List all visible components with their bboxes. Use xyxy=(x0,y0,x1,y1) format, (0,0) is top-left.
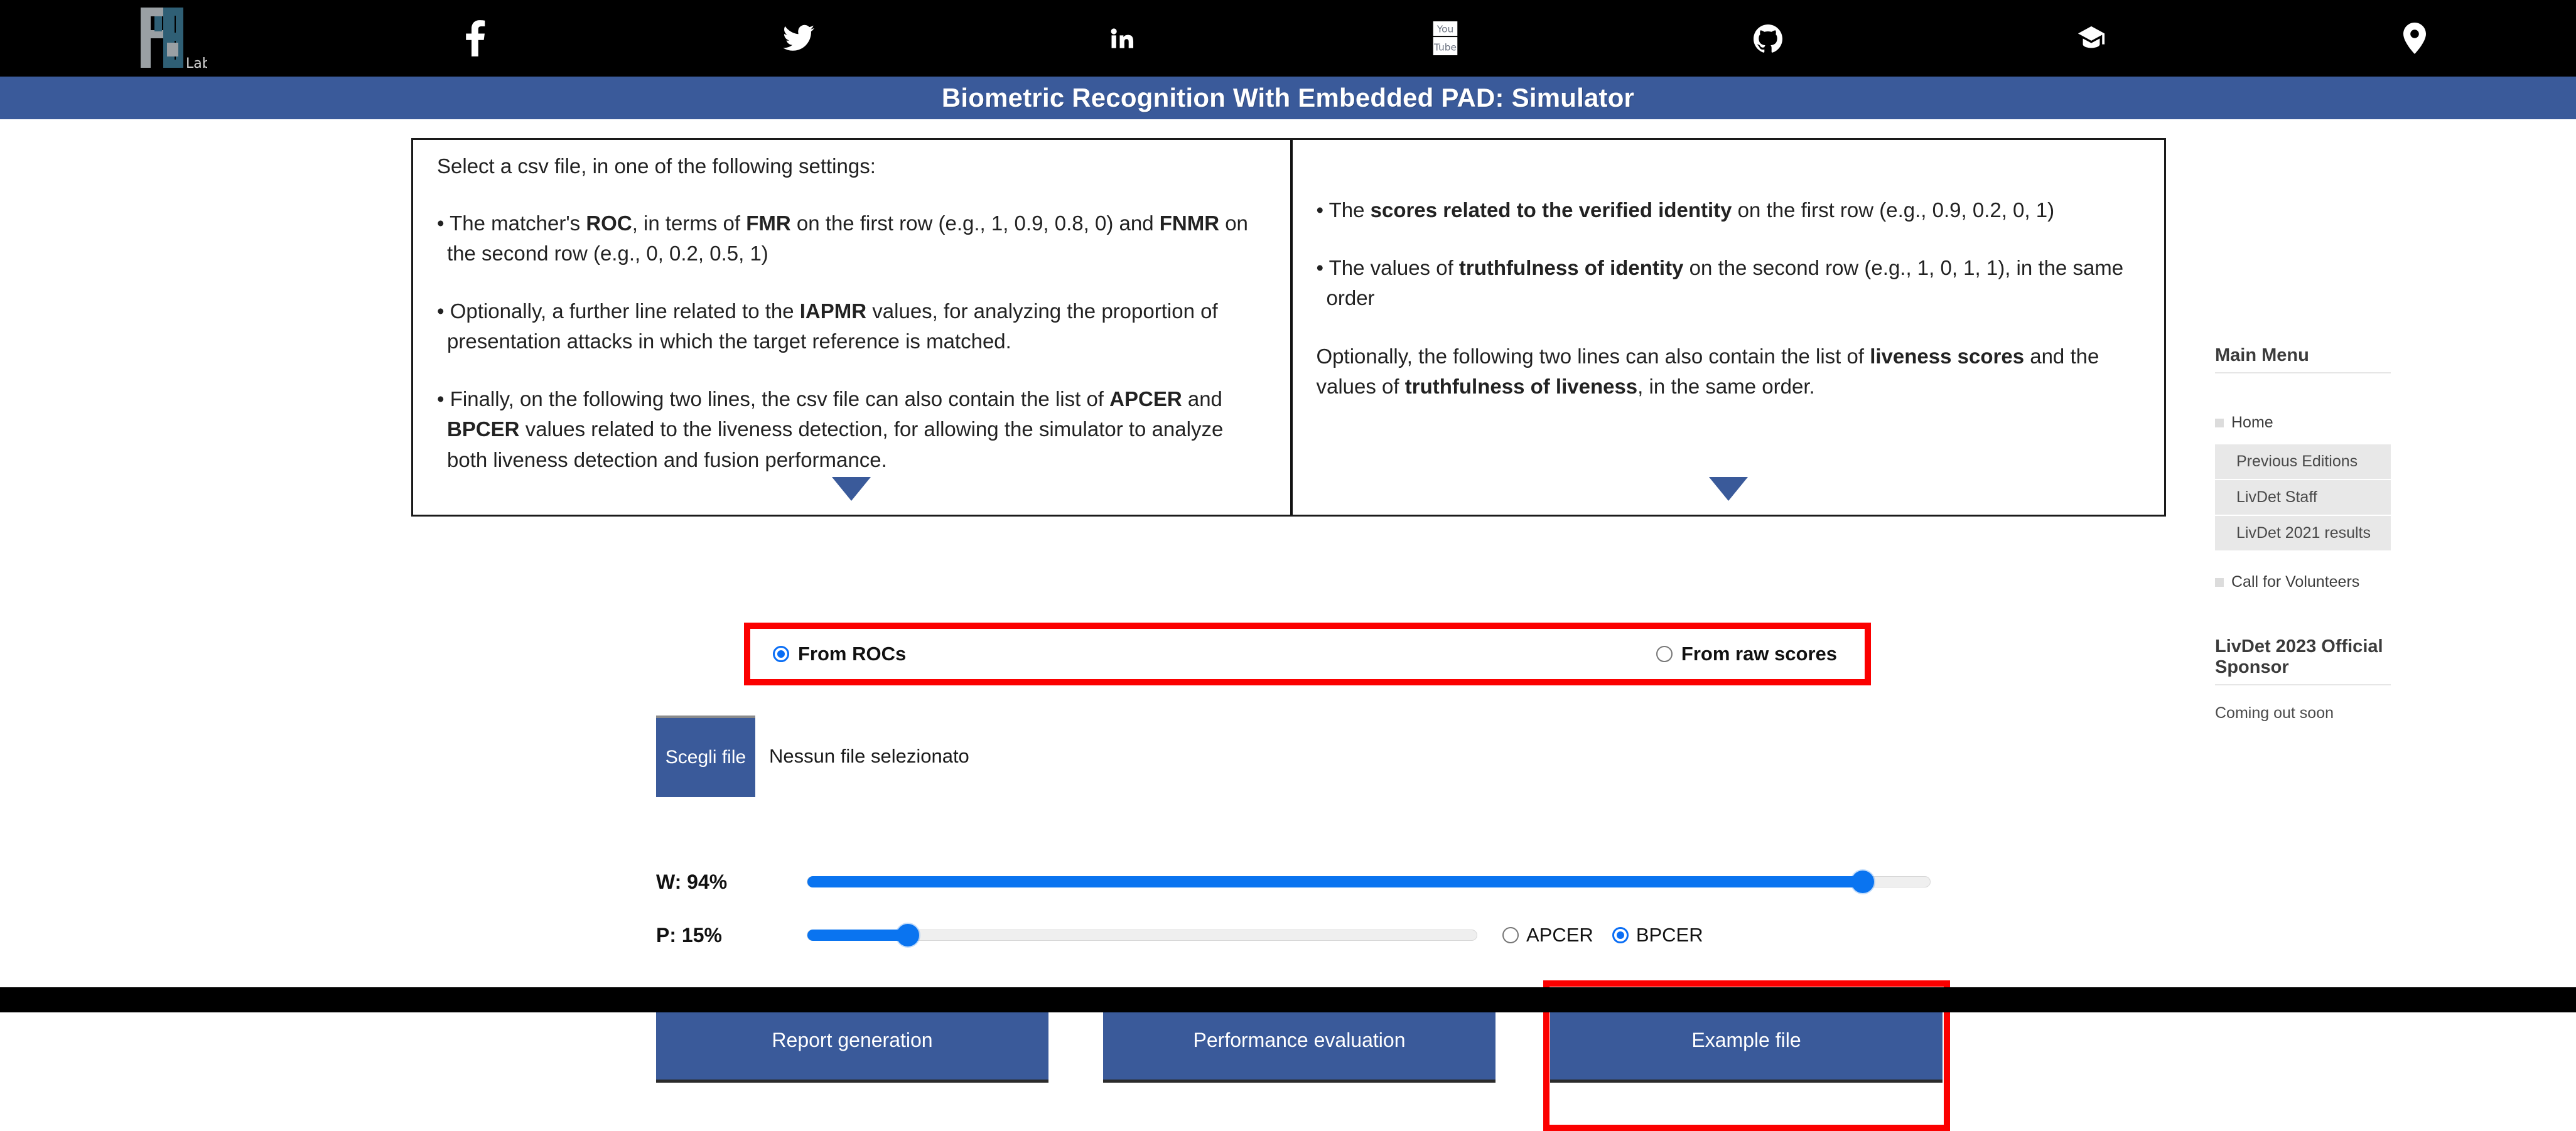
instructions-panel: Select a csv file, in one of the followi… xyxy=(411,138,2166,517)
right-sidebar: Main Menu Home Previous Editions LivDet … xyxy=(2215,119,2391,722)
radio-bpcer[interactable]: BPCER xyxy=(1612,924,1703,946)
instruction-bullet: • Finally, on the following two lines, t… xyxy=(437,387,1224,471)
twitter-icon xyxy=(783,24,815,52)
github-link[interactable] xyxy=(1607,0,1930,77)
instruction-bullet: • Optionally, a further line related to … xyxy=(437,299,1218,353)
sidebar-item-previous-editions[interactable]: Previous Editions xyxy=(2215,444,2391,480)
choose-file-button[interactable]: Scegli file xyxy=(656,716,755,797)
error-metric-selector: APCER BPCER xyxy=(1502,924,1703,946)
radio-from-rocs-indicator[interactable] xyxy=(773,646,789,662)
sidebar-submenu: Previous Editions LivDet Staff LivDet 20… xyxy=(2215,444,2391,552)
slider-w-handle[interactable] xyxy=(1851,871,1874,893)
graduation-cap-icon xyxy=(2076,24,2106,53)
radio-apcer-indicator[interactable] xyxy=(1502,927,1519,943)
slider-row-p: P: 15% APCER BPCER xyxy=(656,913,1962,957)
pralab-logo[interactable]: Lab xyxy=(119,4,220,73)
logo-label: Lab xyxy=(186,56,207,72)
sponsor-text: Coming out soon xyxy=(2215,704,2334,722)
radio-from-rocs-label: From ROCs xyxy=(798,643,907,665)
instruction-bullet: • The values of truthfulness of identity… xyxy=(1316,256,2124,310)
main-menu-title: Main Menu xyxy=(2215,345,2309,365)
sidebar-item-livdet-staff[interactable]: LivDet Staff xyxy=(2215,480,2391,516)
sponsor-title: LivDet 2023 Official Sponsor xyxy=(2215,636,2383,677)
divider xyxy=(2215,684,2391,685)
radio-from-raw-scores[interactable]: From raw scores xyxy=(1656,643,1837,665)
slider-w-label: W: 94% xyxy=(656,870,728,893)
sidebar-item-call-for-volunteers-label: Call for Volunteers xyxy=(2231,573,2360,591)
page-footer xyxy=(0,987,2576,1012)
slider-p-label: P: 15% xyxy=(656,923,722,946)
triangle-down-icon[interactable] xyxy=(1708,477,1748,501)
page-title: Biometric Recognition With Embedded PAD:… xyxy=(941,83,1635,112)
sidebar-item-call-for-volunteers[interactable]: Call for Volunteers xyxy=(2215,569,2391,595)
parameter-sliders: W: 94% P: 15% APCER BPCER xyxy=(656,860,1962,957)
youtube-icon: You Tube xyxy=(1433,21,1458,55)
instruction-paragraph: Optionally, the following two lines can … xyxy=(1316,344,2099,398)
twitter-link[interactable] xyxy=(637,0,961,77)
selected-file-name: Nessun file selezionato xyxy=(769,745,969,767)
radio-bpcer-label: BPCER xyxy=(1636,924,1703,946)
instruction-bullet: • The scores related to the verified ide… xyxy=(1316,198,2055,222)
svg-text:Tube: Tube xyxy=(1433,41,1456,53)
slider-w[interactable] xyxy=(807,871,1931,893)
source-mode-selector: From ROCs From raw scores xyxy=(744,623,1871,685)
bullet-square-icon xyxy=(2215,418,2224,427)
triangle-down-icon[interactable] xyxy=(832,477,871,501)
radio-from-raw-scores-indicator[interactable] xyxy=(1656,646,1673,662)
instructions-column-rocs: Select a csv file, in one of the followi… xyxy=(413,140,1290,515)
svg-text:You: You xyxy=(1436,23,1453,35)
radio-apcer-label: APCER xyxy=(1526,924,1593,946)
top-social-bar: Lab You Tube xyxy=(0,0,2576,77)
radio-from-rocs[interactable]: From ROCs xyxy=(773,643,906,665)
instruction-bullet: • The matcher's ROC, in terms of FMR on … xyxy=(437,211,1248,265)
slider-p-fill xyxy=(807,930,908,941)
page-content: Select a csv file, in one of the followi… xyxy=(0,119,2576,1131)
github-icon xyxy=(1754,24,1783,53)
scholar-link[interactable] xyxy=(1930,0,2253,77)
radio-from-raw-scores-label: From raw scores xyxy=(1681,643,1837,665)
divider xyxy=(2215,372,2391,373)
slider-p[interactable] xyxy=(807,924,1477,946)
bullet-square-icon xyxy=(2215,577,2224,587)
instructions-column-raw-scores: • The scores related to the verified ide… xyxy=(1290,140,2165,515)
location-link[interactable] xyxy=(2253,0,2576,77)
page-title-banner: Biometric Recognition With Embedded PAD:… xyxy=(0,77,2576,119)
radio-bpcer-indicator[interactable] xyxy=(1612,927,1629,943)
linkedin-link[interactable] xyxy=(960,0,1283,77)
linkedin-icon xyxy=(1108,24,1136,52)
youtube-link[interactable]: You Tube xyxy=(1283,0,1607,77)
location-pin-icon xyxy=(2403,23,2426,54)
facebook-link[interactable] xyxy=(314,0,637,77)
file-upload-row: Scegli file Nessun file selezionato xyxy=(656,716,969,797)
social-links: You Tube xyxy=(314,0,2576,77)
slider-w-fill xyxy=(807,876,1863,887)
sidebar-item-home-label: Home xyxy=(2231,414,2273,431)
sidebar-item-home[interactable]: Home xyxy=(2215,410,2391,436)
slider-row-w: W: 94% xyxy=(656,860,1962,904)
facebook-icon xyxy=(465,20,486,56)
sidebar-item-livdet-2021-results[interactable]: LivDet 2021 results xyxy=(2215,516,2391,552)
radio-apcer[interactable]: APCER xyxy=(1502,924,1593,946)
slider-p-handle[interactable] xyxy=(896,924,919,946)
instructions-lead: Select a csv file, in one of the followi… xyxy=(437,154,876,178)
